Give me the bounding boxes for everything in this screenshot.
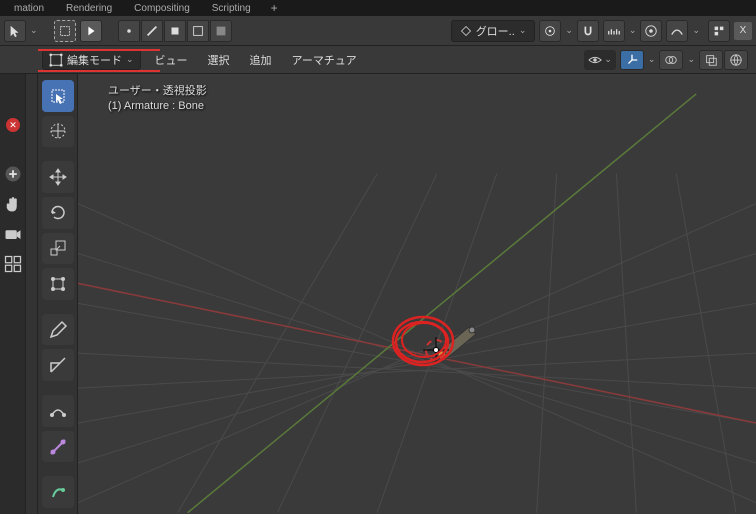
viewport-object-label: (1) Armature : Bone	[108, 100, 207, 112]
header-bar: ⌄ グロー.. ⌄ ⌄ ⌄ ⌄ X	[0, 16, 756, 46]
chevron-down-icon: ⌄	[519, 25, 527, 36]
plus-icon[interactable]	[3, 164, 23, 184]
roll-tool[interactable]	[42, 395, 74, 427]
scale-tool[interactable]	[42, 233, 74, 265]
tab-animation[interactable]: mation	[4, 1, 54, 16]
chevron-down-icon[interactable]: ⌄	[30, 25, 38, 36]
cursor-tool[interactable]	[42, 116, 74, 148]
chevron-down-icon[interactable]: ⌄	[687, 54, 695, 65]
viewport-info: ユーザー・透視投影 (1) Armature : Bone	[108, 82, 207, 114]
menu-view[interactable]: ビュー	[145, 48, 198, 72]
annotation-underline	[38, 49, 160, 51]
cursor-3d-icon	[423, 337, 449, 363]
camera-icon[interactable]	[3, 224, 23, 244]
mode-select-dropdown[interactable]: 編集モード ⌄	[42, 50, 141, 70]
hand-pan-icon[interactable]	[3, 194, 23, 214]
close-x-button[interactable]: X	[734, 22, 752, 40]
visibility-dropdown[interactable]: ⌄	[584, 50, 616, 70]
select-tool[interactable]	[42, 80, 74, 112]
viewport-projection-label: ユーザー・透視投影	[108, 82, 207, 98]
workspace-tabs: mation Rendering Compositing Scripting +	[0, 0, 756, 16]
bone-size-tool[interactable]	[42, 431, 74, 463]
annotation-underline	[38, 70, 160, 72]
select-mode-group	[118, 20, 232, 42]
tab-scripting[interactable]: Scripting	[202, 1, 261, 16]
options-icon[interactable]	[708, 20, 730, 42]
transform-orientation-dropdown[interactable]: グロー.. ⌄	[451, 20, 536, 42]
record-indicator-icon[interactable]: ✕	[6, 118, 20, 132]
transform-orientation-label: グロー..	[476, 23, 515, 39]
viewport-menubar: 編集モード ⌄ ビュー 選択 追加 アーマチュア ⌄ ⌄ ⌄	[0, 46, 756, 74]
move-tool[interactable]	[42, 161, 74, 193]
chevron-down-icon[interactable]: ⌄	[648, 54, 656, 65]
select-object-icon[interactable]	[187, 20, 209, 42]
menu-add[interactable]: 追加	[240, 48, 282, 72]
viewport-3d[interactable]: ユーザー・透視投影 (1) Armature : Bone	[78, 74, 756, 514]
xray-wireframe-group	[699, 50, 748, 70]
cursor-tool-icon[interactable]	[4, 20, 26, 42]
tool-panel-collapsed[interactable]	[26, 74, 38, 514]
xray-icon[interactable]	[699, 50, 723, 70]
grid-floor	[78, 74, 756, 513]
add-workspace-button[interactable]: +	[263, 1, 286, 15]
wireframe-icon[interactable]	[724, 50, 748, 70]
cursor-play-icon[interactable]	[80, 20, 102, 42]
grid-icon[interactable]	[3, 254, 23, 274]
tab-rendering[interactable]: Rendering	[56, 1, 122, 16]
select-vertex-icon[interactable]	[118, 20, 140, 42]
menu-select[interactable]: 選択	[198, 48, 240, 72]
toolbar	[38, 74, 78, 514]
select-edge-icon[interactable]	[141, 20, 163, 42]
snap-increment-icon[interactable]	[603, 20, 625, 42]
menu-armature[interactable]: アーマチュア	[282, 48, 367, 72]
chevron-down-icon[interactable]: ⌄	[565, 25, 573, 36]
proportional-curve-icon[interactable]	[666, 20, 688, 42]
transform-tool[interactable]	[42, 268, 74, 300]
extrude-tool[interactable]	[42, 476, 74, 508]
chevron-down-icon: ⌄	[604, 54, 612, 65]
left-sidebar: ✕	[0, 74, 26, 514]
overlay-toggle-button[interactable]	[659, 50, 683, 70]
mode-label: 編集モード	[67, 52, 122, 68]
measure-tool[interactable]	[42, 349, 74, 381]
select-all-icon[interactable]	[210, 20, 232, 42]
pivot-icon[interactable]	[539, 20, 561, 42]
edit-mode-icon	[49, 53, 63, 67]
annotate-tool[interactable]	[42, 314, 74, 346]
snap-magnet-icon[interactable]	[577, 20, 599, 42]
gizmo-toggle-button[interactable]	[620, 50, 644, 70]
select-box-icon[interactable]	[54, 20, 76, 42]
chevron-down-icon[interactable]: ⌄	[692, 25, 700, 36]
chevron-down-icon[interactable]: ⌄	[629, 25, 637, 36]
tab-compositing[interactable]: Compositing	[124, 1, 200, 16]
rotate-tool[interactable]	[42, 197, 74, 229]
proportional-edit-icon[interactable]	[640, 20, 662, 42]
select-face-icon[interactable]	[164, 20, 186, 42]
chevron-down-icon: ⌄	[126, 54, 134, 65]
